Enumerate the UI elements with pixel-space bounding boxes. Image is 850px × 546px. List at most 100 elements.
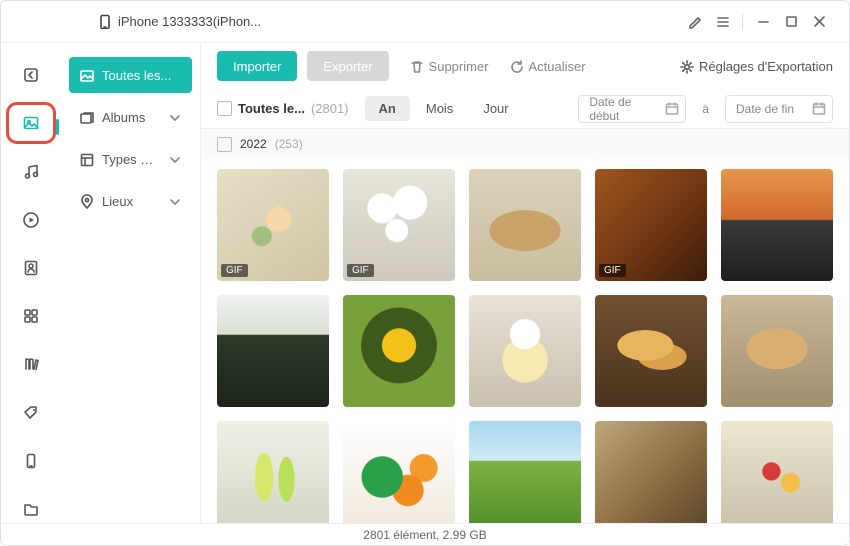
photo-thumbnail[interactable] [721, 421, 833, 523]
device-name-text: iPhone 1333333(iPhon... [118, 14, 261, 29]
statusbar: 2801 élément, 2.99 GB [1, 523, 849, 545]
photo-grid: GIF GIF GIF [217, 169, 833, 523]
sidebar-item-label: Albums [102, 110, 159, 125]
close-button[interactable] [805, 8, 833, 36]
music-icon [22, 163, 40, 181]
iconbar-export[interactable] [13, 61, 49, 89]
year-group-bar: 2022 (253) [201, 129, 849, 159]
photo-thumbnail[interactable] [721, 295, 833, 407]
edit-button[interactable] [680, 8, 708, 36]
photo-thumbnail[interactable] [343, 421, 455, 523]
export-settings-button[interactable]: Réglages d'Exportation [679, 59, 833, 74]
seg-month[interactable]: Mois [412, 96, 467, 121]
gif-badge: GIF [599, 264, 626, 277]
close-icon [812, 14, 827, 29]
video-icon [22, 211, 40, 229]
refresh-button[interactable]: Actualiser [509, 59, 586, 74]
refresh-label: Actualiser [529, 59, 586, 74]
date-start-input[interactable]: Date de début [578, 95, 686, 123]
gear-icon [679, 59, 694, 74]
iconbar-video[interactable] [13, 206, 49, 234]
iconbar-contacts[interactable] [13, 254, 49, 282]
iconbar-music[interactable] [13, 157, 49, 185]
photos-icon [22, 114, 40, 132]
time-segmented-control: An Mois Jour [365, 96, 523, 121]
sidebar-item-label: Lieux [102, 194, 159, 209]
photo-thumbnail[interactable] [595, 295, 707, 407]
photo-thumbnail[interactable] [343, 295, 455, 407]
status-text: 2801 élément, 2.99 GB [363, 528, 486, 542]
iconbar-photos[interactable] [13, 109, 49, 137]
select-all-group: Toutes le... (2801) [217, 101, 349, 116]
photo-thumbnail[interactable]: GIF [217, 169, 329, 281]
photo-thumbnail[interactable] [469, 421, 581, 523]
delete-button[interactable]: Supprimer [409, 59, 489, 74]
main-area: Toutes les... Albums Types de... Lieux I… [1, 43, 849, 523]
albums-icon [79, 110, 94, 125]
titlebar-divider [742, 14, 743, 30]
export-button[interactable]: Exporter [307, 51, 388, 81]
sidebar-item-places[interactable]: Lieux [69, 183, 192, 219]
iconbar-apps[interactable] [13, 302, 49, 330]
minimize-button[interactable] [749, 8, 777, 36]
maximize-icon [784, 14, 799, 29]
iconbar-tags[interactable] [13, 398, 49, 426]
maximize-button[interactable] [777, 8, 805, 36]
photo-thumbnail[interactable] [595, 421, 707, 523]
photo-grid-scroll[interactable]: GIF GIF GIF [201, 159, 849, 523]
books-icon [22, 355, 40, 373]
tags-icon [22, 404, 40, 422]
titlebar: iPhone 1333333(iPhon... [1, 1, 849, 43]
location-icon [79, 194, 94, 209]
date-end-placeholder: Date de fin [736, 102, 794, 116]
gif-badge: GIF [347, 264, 374, 277]
import-button[interactable]: Importer [217, 51, 297, 81]
photo-thumbnail[interactable]: GIF [595, 169, 707, 281]
sidebar-item-albums[interactable]: Albums [69, 99, 192, 135]
delete-label: Supprimer [429, 59, 489, 74]
content-area: Importer Exporter Supprimer Actualiser R… [201, 43, 849, 523]
files-icon [22, 500, 40, 518]
year-count: (253) [275, 137, 303, 151]
date-to-label: à [702, 102, 709, 116]
date-start-placeholder: Date de début [589, 95, 657, 123]
photo-thumbnail[interactable] [721, 169, 833, 281]
device-icon [22, 452, 40, 470]
seg-day[interactable]: Jour [469, 96, 522, 121]
refresh-icon [509, 59, 524, 74]
menu-button[interactable] [708, 8, 736, 36]
photo-thumbnail[interactable]: GIF [343, 169, 455, 281]
chevron-down-icon [167, 152, 182, 167]
minimize-icon [756, 14, 771, 29]
iconbar [1, 43, 61, 523]
iconbar-device[interactable] [13, 447, 49, 475]
phone-icon [97, 14, 112, 29]
sidebar-item-label: Toutes les... [102, 68, 182, 83]
select-all-count: (2801) [311, 101, 349, 116]
calendar-icon [664, 101, 679, 116]
apps-icon [22, 307, 40, 325]
types-icon [79, 152, 94, 167]
photo-thumbnail[interactable] [469, 295, 581, 407]
year-checkbox[interactable] [217, 137, 232, 152]
select-all-label: Toutes le... [238, 101, 305, 116]
gif-badge: GIF [221, 264, 248, 277]
trash-icon [409, 59, 424, 74]
date-end-input[interactable]: Date de fin [725, 95, 833, 123]
device-label: iPhone 1333333(iPhon... [97, 14, 261, 29]
sidebar-item-label: Types de... [102, 152, 159, 167]
sidebar-item-types[interactable]: Types de... [69, 141, 192, 177]
photo-thumbnail[interactable] [217, 295, 329, 407]
pencil-icon [687, 14, 702, 29]
photo-thumbnail[interactable] [217, 421, 329, 523]
photo-thumbnail[interactable] [469, 169, 581, 281]
chevron-down-icon [167, 194, 182, 209]
iconbar-files[interactable] [13, 495, 49, 523]
chevron-down-icon [167, 110, 182, 125]
iconbar-books[interactable] [13, 350, 49, 378]
sidebar-item-all-photos[interactable]: Toutes les... [69, 57, 192, 93]
year-label: 2022 [240, 137, 267, 151]
seg-year[interactable]: An [365, 96, 410, 121]
image-icon [79, 68, 94, 83]
select-all-checkbox[interactable] [217, 101, 232, 116]
